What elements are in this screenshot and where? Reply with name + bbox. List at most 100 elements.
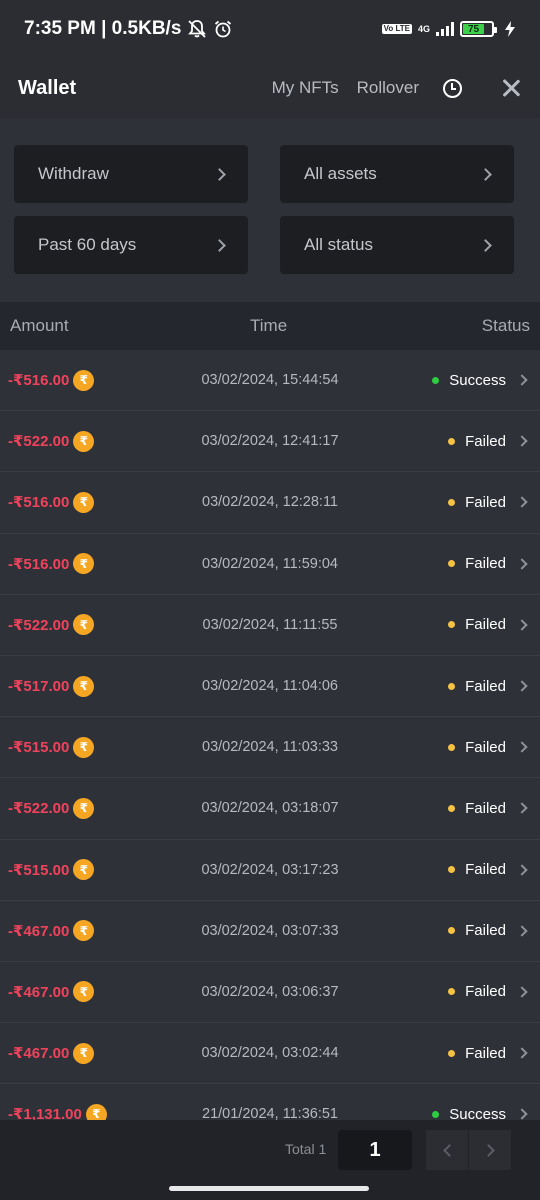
my-nfts-link[interactable]: My NFTs — [272, 78, 339, 98]
transaction-row[interactable]: -₹516.00 ₹03/02/2024, 12:28:11 Failed — [0, 472, 540, 534]
page-title: Wallet — [18, 76, 77, 99]
transaction-row[interactable]: -₹467.00 ₹03/02/2024, 03:06:37 Failed — [0, 962, 540, 1024]
status-dot-icon — [432, 1110, 440, 1118]
rupee-coin-icon: ₹ — [73, 859, 95, 881]
status-cell: Failed — [448, 800, 506, 817]
amount-value: -₹516.00 — [8, 494, 70, 512]
rupee-coin-icon: ₹ — [73, 797, 95, 819]
prev-page-button[interactable] — [426, 1130, 468, 1170]
chevron-left-icon — [442, 1143, 456, 1157]
filter-panel: Withdraw All assets Past 60 days All sta… — [0, 118, 540, 302]
transaction-row[interactable]: -₹522.00 ₹03/02/2024, 11:11:55 Failed — [0, 595, 540, 656]
system-status-bar: 7:35 PM | 0.5KB/s Vo LTE 4G 75 — [0, 0, 540, 58]
rupee-coin-icon: ₹ — [73, 614, 95, 636]
chevron-right-icon — [516, 863, 528, 876]
transaction-row[interactable]: -₹467.00 ₹03/02/2024, 03:02:44 Failed — [0, 1023, 540, 1085]
status-filter-dropdown[interactable]: All status — [280, 216, 514, 274]
status-cell: Failed — [448, 922, 506, 939]
transaction-row[interactable]: -₹516.00 ₹03/02/2024, 15:44:54 Success — [0, 350, 540, 412]
network-type: 4G — [417, 24, 430, 34]
status-dot-icon — [448, 1049, 456, 1057]
battery-level: 75 — [463, 24, 484, 35]
next-page-button[interactable] — [469, 1130, 511, 1170]
chevron-right-icon — [479, 238, 492, 252]
status-cell: Failed — [448, 555, 506, 572]
wallet-screen: 7:35 PM | 0.5KB/s Vo LTE 4G 75 Wallet My… — [0, 0, 540, 1200]
chevron-right-icon — [479, 167, 492, 181]
type-filter-label: Withdraw — [38, 164, 109, 183]
alarm-icon — [215, 20, 232, 38]
amount-value: -₹522.00 — [8, 616, 70, 634]
amount-value: -₹517.00 — [8, 678, 70, 696]
amount-cell: -₹522.00 ₹ — [8, 430, 95, 452]
status-cell: Failed — [448, 1045, 506, 1062]
status-dot-icon — [448, 866, 456, 874]
transaction-row[interactable]: -₹515.00 ₹03/02/2024, 11:03:33 Failed — [0, 717, 540, 779]
status-dot-icon — [448, 988, 456, 996]
rupee-coin-icon: ₹ — [85, 1103, 107, 1120]
chevron-right-icon — [516, 741, 528, 753]
status-dot-icon — [448, 743, 456, 751]
rollover-link[interactable]: Rollover — [357, 78, 419, 98]
chevron-right-icon — [516, 435, 528, 447]
close-icon[interactable] — [500, 77, 522, 99]
status-cell: Failed — [448, 739, 506, 756]
status-label: Failed — [465, 616, 506, 634]
transaction-list: -₹516.00 ₹03/02/2024, 15:44:54 Success -₹52… — [0, 350, 540, 1120]
signal-icon — [436, 22, 454, 36]
amount-value: -₹467.00 — [8, 922, 70, 940]
rupee-coin-icon: ₹ — [73, 369, 95, 391]
status-dot-icon — [448, 560, 456, 568]
chevron-right-icon — [213, 167, 226, 181]
current-page-box[interactable]: 1 — [338, 1130, 412, 1170]
amount-cell: -₹522.00 ₹ — [8, 797, 95, 819]
status-label: Failed — [465, 922, 506, 940]
status-label: Failed — [465, 1044, 506, 1062]
status-label: Failed — [465, 983, 506, 1001]
home-indicator[interactable] — [169, 1186, 369, 1191]
status-cell: Failed — [448, 861, 506, 878]
chevron-right-icon — [516, 925, 528, 937]
amount-value: -₹522.00 — [8, 433, 70, 451]
amount-cell: -₹467.00 ₹ — [8, 1042, 95, 1064]
transaction-row[interactable]: -₹517.00 ₹03/02/2024, 11:04:06 Failed — [0, 656, 540, 718]
asset-filter-dropdown[interactable]: All assets — [280, 145, 514, 203]
period-filter-dropdown[interactable]: Past 60 days — [14, 216, 248, 274]
chevron-right-icon — [516, 496, 528, 509]
status-label: Failed — [465, 432, 506, 450]
status-filter-label: All status — [304, 235, 373, 254]
chevron-right-icon — [516, 557, 528, 570]
status-label: Failed — [465, 861, 506, 879]
chevron-right-icon — [516, 802, 528, 815]
transaction-row[interactable]: -₹516.00 ₹03/02/2024, 11:59:04 Failed — [0, 534, 540, 595]
transaction-row[interactable]: -₹1,131.00 ₹21/01/2024, 11:36:51 Success — [0, 1084, 540, 1120]
status-cell: Failed — [448, 983, 506, 1000]
column-header-status: Status — [481, 316, 530, 335]
amount-cell: -₹517.00 ₹ — [8, 675, 95, 697]
status-label: Success — [449, 371, 506, 389]
status-dot-icon — [448, 437, 456, 445]
transaction-row[interactable]: -₹515.00 ₹03/02/2024, 03:17:23 Failed — [0, 840, 540, 901]
amount-cell: -₹1,131.00 ₹ — [8, 1103, 107, 1120]
status-dot-icon — [432, 376, 440, 384]
rupee-coin-icon: ₹ — [73, 736, 95, 758]
amount-cell: -₹515.00 ₹ — [8, 736, 95, 758]
volte-badge: Vo LTE — [381, 24, 412, 34]
status-dot-icon — [448, 621, 456, 629]
chevron-right-icon — [516, 986, 528, 998]
amount-cell: -₹516.00 ₹ — [8, 369, 95, 391]
transaction-row[interactable]: -₹522.00 ₹03/02/2024, 03:18:07 Failed — [0, 778, 540, 840]
rupee-coin-icon: ₹ — [73, 553, 95, 575]
status-dot-icon — [448, 498, 456, 506]
rupee-coin-icon: ₹ — [73, 675, 95, 697]
rupee-coin-icon: ₹ — [73, 981, 95, 1003]
type-filter-dropdown[interactable]: Withdraw — [14, 145, 248, 203]
transaction-row[interactable]: -₹467.00 ₹03/02/2024, 03:07:33 Failed — [0, 901, 540, 962]
status-dot-icon — [448, 804, 456, 812]
status-label: Failed — [465, 799, 506, 817]
status-label: Failed — [465, 493, 506, 511]
transaction-row[interactable]: -₹522.00 ₹03/02/2024, 12:41:17 Failed — [0, 411, 540, 473]
history-clock-icon[interactable] — [443, 78, 462, 98]
status-cell: Failed — [448, 616, 506, 633]
status-cell: Success — [432, 1106, 506, 1120]
